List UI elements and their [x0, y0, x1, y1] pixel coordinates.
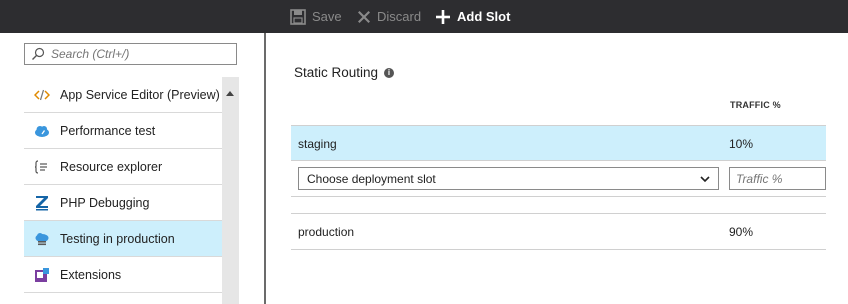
sidebar-item-php-debugging[interactable]: PHP Debugging: [24, 185, 222, 221]
plus-icon: [436, 9, 450, 24]
testing-in-production-icon: [34, 231, 50, 247]
code-icon: [34, 87, 50, 103]
traffic-input[interactable]: [729, 167, 826, 190]
extensions-icon: [34, 267, 50, 283]
save-button[interactable]: Save: [290, 0, 342, 33]
sidebar-item-extensions[interactable]: Extensions: [24, 257, 222, 293]
deployment-slot-select[interactable]: Choose deployment slot: [298, 167, 719, 190]
info-icon[interactable]: i: [384, 67, 395, 78]
sidebar: App Service Editor (Preview) Performance…: [0, 33, 264, 304]
table-row[interactable]: production 90%: [291, 214, 826, 250]
discard-label: Discard: [377, 9, 422, 24]
sidebar-search[interactable]: [24, 43, 237, 65]
cloud-gauge-icon: [34, 123, 50, 139]
discard-x-icon: [358, 10, 370, 23]
zend-icon: [34, 195, 50, 211]
sidebar-item-label: Extensions: [60, 267, 122, 282]
save-icon: [290, 8, 306, 25]
sidebar-item-label: PHP Debugging: [60, 195, 150, 210]
traffic-column-header: TRAFFIC %: [730, 100, 781, 110]
discard-button[interactable]: Discard: [357, 0, 421, 33]
sidebar-item-testing-in-production[interactable]: Testing in production: [24, 221, 222, 257]
resource-explorer-icon: [34, 159, 50, 175]
sidebar-item-label: Resource explorer: [60, 159, 163, 174]
add-rule-row: Choose deployment slot: [291, 161, 826, 197]
save-label: Save: [312, 9, 342, 24]
sidebar-item-label: App Service Editor (Preview): [60, 87, 220, 102]
sidebar-item-label: Performance test: [60, 123, 156, 138]
search-input[interactable]: [51, 47, 231, 61]
sidebar-item-app-service-editor[interactable]: App Service Editor (Preview): [24, 77, 222, 113]
slot-traffic: 10%: [729, 137, 754, 151]
page-title: Static Routing i: [294, 65, 395, 80]
sidebar-scrollbar[interactable]: [222, 77, 239, 304]
chevron-down-icon: [700, 176, 710, 183]
table-row[interactable]: staging 10%: [291, 125, 826, 161]
sidebar-item-label: Testing in production: [60, 231, 175, 246]
sidebar-item-performance-test[interactable]: Performance test: [24, 113, 222, 149]
search-icon: [32, 47, 45, 60]
add-slot-button[interactable]: Add Slot: [435, 0, 510, 33]
top-command-bar: Save Discard Add Slot: [0, 0, 848, 33]
scroll-up-arrow-icon[interactable]: [226, 91, 234, 96]
page-title-text: Static Routing: [294, 65, 379, 80]
sidebar-menu: App Service Editor (Preview) Performance…: [24, 77, 222, 293]
slot-traffic: 90%: [729, 225, 754, 239]
slot-name: production: [298, 225, 355, 239]
add-slot-label: Add Slot: [457, 9, 511, 24]
sidebar-item-resource-explorer[interactable]: Resource explorer: [24, 149, 222, 185]
main-content: Static Routing i TRAFFIC % staging 10% C…: [266, 33, 848, 304]
slot-name: staging: [298, 137, 337, 151]
deployment-slot-select-value: Choose deployment slot: [307, 171, 436, 186]
